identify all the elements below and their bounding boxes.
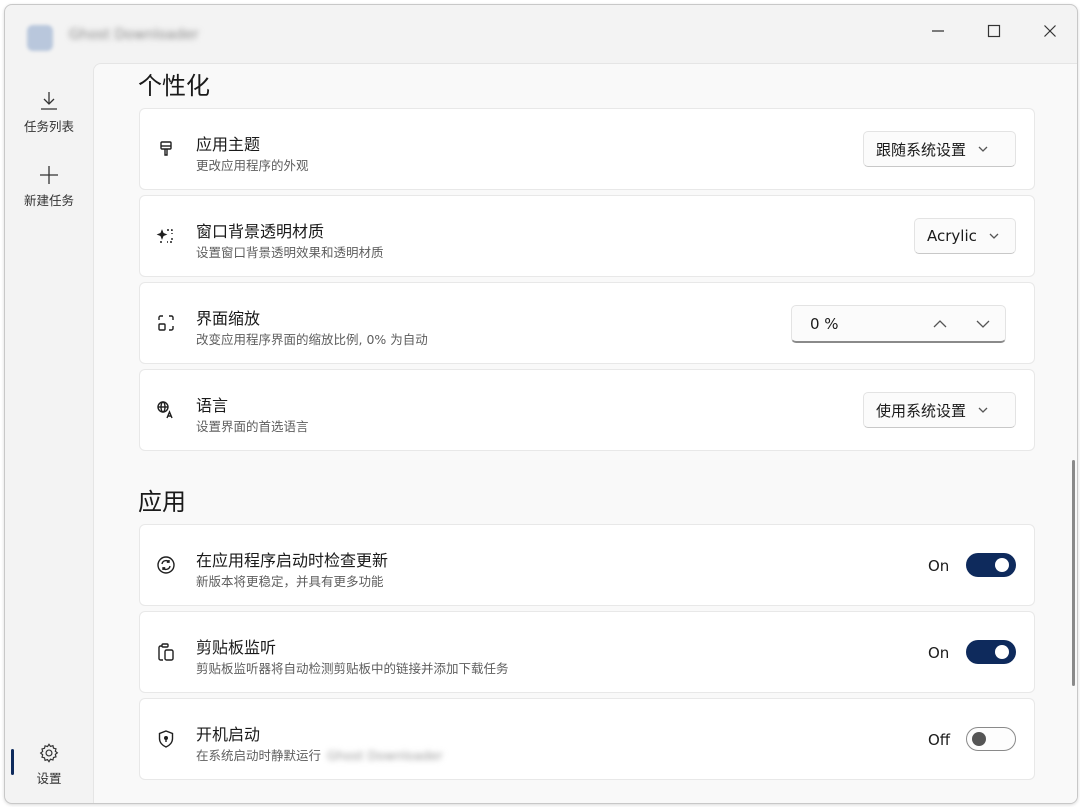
close-button[interactable] [1027, 11, 1073, 51]
sync-icon [156, 555, 176, 575]
setting-card-autostart: 开机启动 在系统启动时静默运行 Ghost Downloader Off [139, 698, 1035, 780]
backdrop-dropdown-value: Acrylic [927, 227, 977, 245]
setting-title: 界面缩放 [196, 309, 261, 328]
app-title: Ghost Downloader [69, 27, 199, 43]
toggle-state-label: Off [928, 731, 951, 749]
title-bar[interactable]: Ghost Downloader [5, 5, 1077, 63]
language-dropdown[interactable]: 使用系统设置 [863, 392, 1016, 428]
section-title-personalization: 个性化 [138, 72, 210, 100]
nav-item-task-list[interactable]: 任务列表 [11, 81, 87, 143]
nav-label-task-list: 任务列表 [23, 118, 74, 134]
autostart-toggle[interactable] [966, 727, 1016, 751]
setting-title: 开机启动 [196, 725, 261, 744]
gear-icon [39, 742, 59, 763]
toggle-knob [995, 645, 1009, 659]
toggle-state-label: On [928, 644, 950, 662]
setting-card-update-check: 在应用程序启动时检查更新 新版本将更稳定，并具有更多功能 On [139, 524, 1035, 606]
toggle-knob [972, 732, 986, 746]
paintbrush-icon [156, 139, 176, 159]
translate-icon [156, 400, 176, 420]
zoom-decrease-button[interactable] [963, 309, 1003, 339]
download-icon [41, 91, 57, 110]
setting-card-zoom: 界面缩放 改变应用程序界面的缩放比例, 0% 为自动 0 % [139, 282, 1035, 364]
setting-card-theme: 应用主题 更改应用程序的外观 跟随系统设置 [139, 108, 1035, 190]
setting-description: 改变应用程序界面的缩放比例, 0% 为自动 [196, 332, 428, 347]
setting-description: 设置窗口背景透明效果和透明材质 [196, 245, 384, 260]
chevron-down-icon [978, 407, 988, 413]
toggle-knob [995, 558, 1009, 572]
setting-title: 应用主题 [196, 135, 261, 154]
navigation-sidebar: 任务列表 新建任务 设置 [5, 63, 93, 803]
setting-description: 剪贴板监听器将自动检测剪贴板中的链接并添加下载任务 [196, 661, 509, 676]
theme-dropdown[interactable]: 跟随系统设置 [863, 131, 1016, 167]
toggle-state-label: On [928, 557, 950, 575]
redacted-app-name: Ghost Downloader [327, 748, 443, 763]
chevron-down-icon [976, 320, 990, 328]
language-dropdown-value: 使用系统设置 [876, 401, 967, 420]
setting-title: 窗口背景透明材质 [196, 222, 325, 241]
app-window: Ghost Downloader 任务列表 新建任务 设置 个性化 应用主题 更… [4, 4, 1078, 804]
minimize-button[interactable] [915, 11, 961, 51]
chevron-down-icon [989, 233, 999, 239]
zoom-frame-icon [156, 313, 176, 333]
setting-title: 语言 [196, 396, 229, 415]
nav-item-new-task[interactable]: 新建任务 [11, 155, 87, 217]
nav-item-settings[interactable]: 设置 [11, 733, 87, 795]
setting-description: 设置界面的首选语言 [196, 419, 309, 434]
autostart-desc-text: 在系统启动时静默运行 [196, 748, 322, 763]
zoom-increase-button[interactable] [920, 309, 960, 339]
theme-dropdown-value: 跟随系统设置 [876, 140, 967, 159]
setting-description: 在系统启动时静默运行 Ghost Downloader [196, 745, 443, 764]
backdrop-sparkle-icon [156, 226, 176, 246]
setting-card-clipboard: 剪贴板监听 剪贴板监听器将自动检测剪贴板中的链接并添加下载任务 On [139, 611, 1035, 693]
app-logo [27, 25, 53, 51]
update-check-toggle[interactable] [966, 553, 1016, 577]
maximize-icon [987, 24, 1001, 38]
setting-card-language: 语言 设置界面的首选语言 使用系统设置 [139, 369, 1035, 451]
backdrop-dropdown[interactable]: Acrylic [914, 218, 1016, 254]
zoom-spinbox[interactable]: 0 % [791, 305, 1006, 343]
setting-card-backdrop: 窗口背景透明材质 设置窗口背景透明效果和透明材质 Acrylic [139, 195, 1035, 277]
zoom-value: 0 % [810, 315, 839, 333]
clipboard-toggle[interactable] [966, 640, 1016, 664]
vertical-scrollbar[interactable] [1072, 460, 1075, 686]
chevron-down-icon [978, 146, 988, 152]
setting-description: 新版本将更稳定，并具有更多功能 [196, 574, 384, 589]
section-title-app: 应用 [138, 488, 186, 516]
shield-icon [156, 729, 176, 749]
maximize-button[interactable] [971, 11, 1017, 51]
close-icon [1044, 25, 1056, 37]
setting-title: 剪贴板监听 [196, 638, 277, 657]
setting-description: 更改应用程序的外观 [196, 158, 309, 173]
clipboard-icon [156, 642, 176, 662]
minimize-icon [932, 30, 944, 32]
nav-label-new-task: 新建任务 [23, 192, 74, 208]
plus-icon [40, 165, 58, 184]
setting-title: 在应用程序启动时检查更新 [196, 551, 389, 570]
nav-label-settings: 设置 [36, 770, 62, 786]
settings-content[interactable]: 个性化 应用主题 更改应用程序的外观 跟随系统设置 窗口背景透明材质 设置窗口背… [93, 63, 1077, 803]
chevron-up-icon [933, 320, 947, 328]
